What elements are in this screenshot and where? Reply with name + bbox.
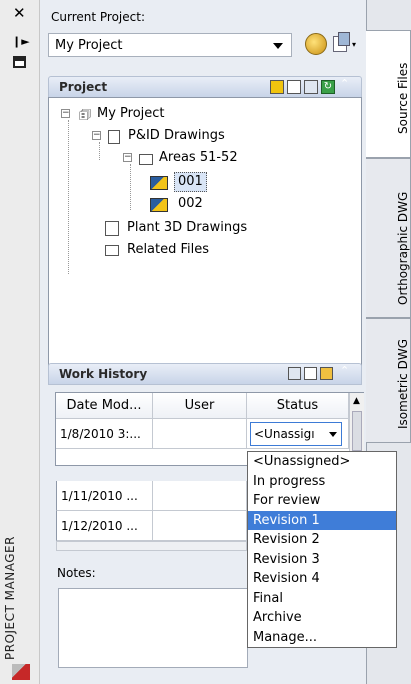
tree-label: Plant 3D Drawings (127, 220, 248, 235)
project-select[interactable]: My Project (48, 33, 292, 57)
drawing-folder-icon (108, 130, 120, 144)
project-select-value: My Project (55, 38, 123, 53)
new-drawing-icon[interactable] (270, 80, 284, 94)
collapse-panel-icon[interactable]: ⌃ (340, 77, 349, 90)
tree-label: 002 (178, 196, 203, 211)
3d-drawing-icon (105, 221, 119, 236)
work-history-title: Work History (59, 367, 148, 381)
current-project-label: Current Project: (51, 10, 145, 24)
palette-title: PROJECT MANAGER (3, 536, 17, 660)
open-project-icon[interactable]: ▾ (333, 32, 357, 56)
status-option-revision-2[interactable]: Revision 2 (248, 530, 396, 550)
tab-orthographic-dwg[interactable]: Orthographic DWG (366, 158, 411, 318)
table-horizontal-scroll[interactable] (56, 541, 247, 551)
table-cell-date[interactable]: 1/12/2010 ... (56, 511, 153, 541)
status-option-final[interactable]: Final (248, 589, 396, 609)
status-option-archive[interactable]: Archive (248, 608, 396, 628)
auto-hide-icon[interactable]: ❙► (12, 35, 30, 48)
copy-drawing-icon[interactable] (287, 80, 301, 94)
chevron-down-icon (273, 43, 283, 49)
tab-isometric-dwg[interactable]: Isometric DWG (366, 318, 411, 443)
project-icon: 🗊 (79, 108, 92, 123)
table-cell-date[interactable]: 1/11/2010 ... (56, 481, 153, 511)
notes-field[interactable] (58, 588, 248, 668)
refresh-icon[interactable]: ↻ (321, 80, 335, 94)
column-header-user[interactable]: User (153, 393, 247, 419)
table-cell-user[interactable] (153, 419, 247, 449)
status-dropdown-list: <Unassigned> In progress For review Revi… (247, 451, 397, 648)
status-option-in-progress[interactable]: In progress (248, 472, 396, 492)
tab-source-files[interactable]: Source Files (366, 30, 411, 158)
scroll-thumb[interactable] (352, 411, 362, 451)
collapse-icon[interactable]: − (61, 109, 70, 118)
project-settings-icon[interactable] (305, 33, 327, 55)
status-option-unassigned[interactable]: <Unassigned> (248, 452, 396, 472)
status-option-manage[interactable]: Manage... (248, 628, 396, 648)
table-cell-user[interactable] (153, 481, 247, 511)
properties-icon[interactable] (13, 56, 26, 68)
tree-connector (99, 142, 100, 160)
project-tree: − 🗊 My Project − P&ID Drawings − Areas 5… (48, 97, 362, 381)
tree-label: 001 (174, 172, 207, 192)
status-select[interactable]: <Unassigı (250, 422, 342, 446)
history-view-icon[interactable] (304, 367, 317, 380)
view-details-icon[interactable] (288, 367, 301, 380)
scroll-up-icon[interactable]: ▲ (353, 396, 360, 406)
tab-label: Source Files (396, 62, 410, 134)
tab-label: Orthographic DWG (396, 191, 410, 305)
column-header-date[interactable]: Date Mod... (56, 393, 153, 419)
tree-label: Areas 51-52 (159, 150, 238, 165)
tab-label: Isometric DWG (396, 339, 410, 429)
table-cell-status[interactable]: <Unassigı (247, 419, 349, 449)
chevron-down-icon (329, 432, 337, 437)
export-icon[interactable] (304, 80, 318, 94)
notes-label: Notes: (57, 566, 96, 580)
tree-label: P&ID Drawings (128, 128, 225, 143)
palette-logo-icon (12, 664, 30, 680)
dwg-file-icon (150, 176, 168, 190)
tree-label: Related Files (127, 242, 210, 257)
close-icon[interactable]: ✕ (13, 6, 26, 21)
folder-icon (105, 245, 119, 256)
tree-connector (68, 120, 69, 274)
folder-icon (139, 154, 153, 165)
status-option-revision-4[interactable]: Revision 4 (248, 569, 396, 589)
history-filter-icon[interactable] (320, 367, 333, 380)
tree-label: My Project (97, 106, 165, 121)
collapse-icon[interactable]: − (92, 131, 101, 140)
project-panel-title: Project (59, 80, 108, 94)
status-select-value: <Unassigı (254, 427, 315, 441)
status-option-for-review[interactable]: For review (248, 491, 396, 511)
collapse-icon[interactable]: − (123, 153, 132, 162)
tree-connector (130, 164, 131, 210)
column-header-status[interactable]: Status (247, 393, 349, 419)
dwg-file-icon (150, 198, 168, 212)
status-option-revision-1[interactable]: Revision 1 (248, 510, 396, 530)
palette-side-strip: ✕ ❙► PROJECT MANAGER (0, 0, 40, 684)
table-cell-date[interactable]: 1/8/2010 3:... (56, 419, 153, 449)
status-option-revision-3[interactable]: Revision 3 (248, 550, 396, 570)
collapse-panel-icon[interactable]: ⌃ (340, 364, 349, 377)
table-cell-user[interactable] (153, 511, 247, 541)
